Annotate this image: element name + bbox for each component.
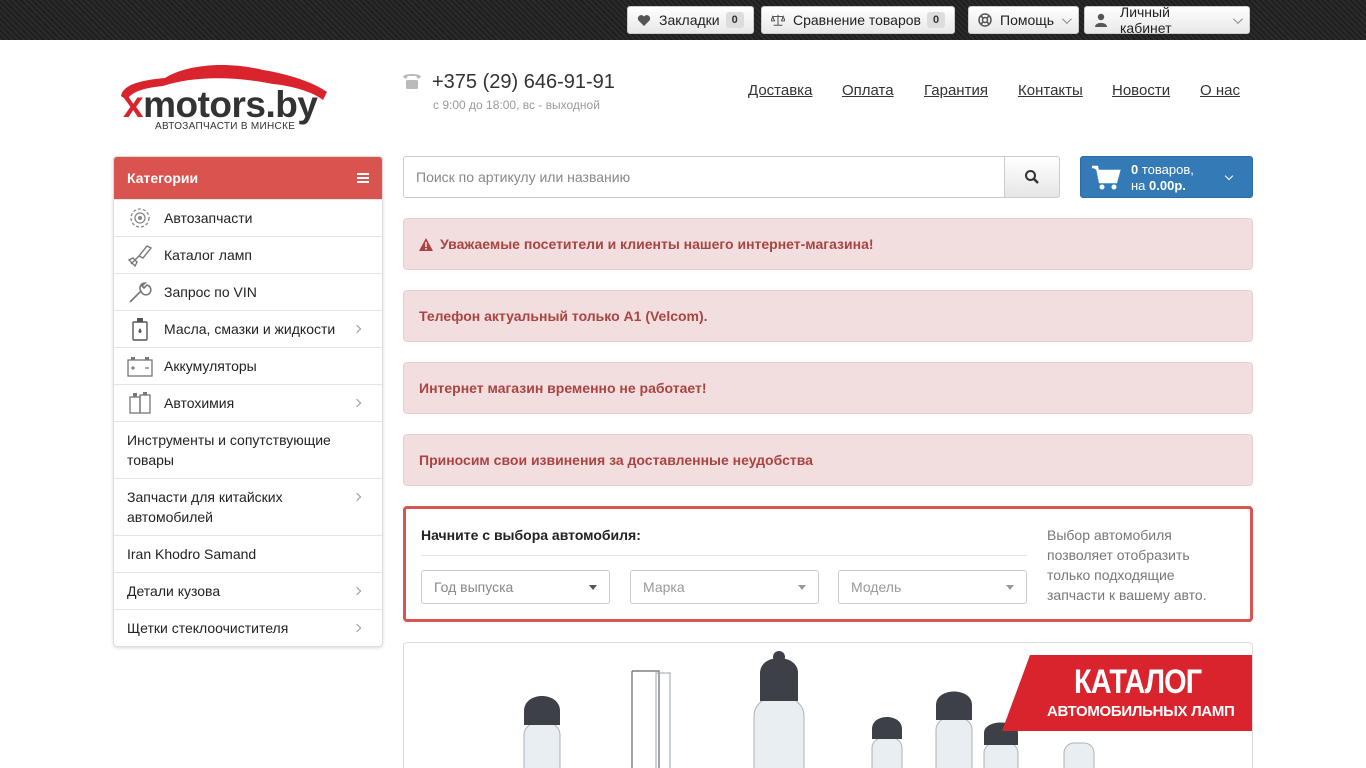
lamps-catalog-banner[interactable]: КАТАЛОГ АВТОМОБИЛЬНЫХ ЛАМП bbox=[403, 642, 1253, 768]
category-vin-request[interactable]: Запрос по VIN bbox=[114, 273, 382, 310]
user-icon bbox=[1094, 13, 1108, 27]
category-tools[interactable]: Инструменты и сопутствующие товары bbox=[114, 421, 382, 478]
search-icon bbox=[1025, 170, 1039, 184]
category-iran-khodro[interactable]: Iran Khodro Samand bbox=[114, 535, 382, 572]
menu-icon bbox=[357, 173, 369, 183]
bookmarks-button[interactable]: Закладки 0 bbox=[627, 6, 754, 34]
phone-icon bbox=[403, 74, 421, 89]
caret-down-icon bbox=[1006, 585, 1014, 590]
working-hours: с 9:00 до 18:00, вс - выходной bbox=[433, 98, 600, 112]
chevron-down-icon bbox=[1062, 13, 1072, 24]
account-label: Личный кабинет bbox=[1120, 4, 1172, 36]
wrench-icon bbox=[127, 279, 153, 305]
chevron-right-icon bbox=[352, 492, 362, 502]
warning-icon bbox=[419, 237, 433, 251]
lamp-icon bbox=[127, 242, 153, 268]
nav-warranty[interactable]: Гарантия bbox=[924, 82, 988, 99]
alert-greeting: Уважаемые посетители и клиенты нашего ин… bbox=[403, 218, 1253, 270]
categories-panel: Категории Автозапчасти Каталог ламп Запр… bbox=[113, 156, 383, 647]
phone-number[interactable]: +375 (29) 646-91-91 bbox=[432, 71, 615, 94]
car-selector-info: Выбор автомобиля позволяет отобразить то… bbox=[1047, 527, 1207, 603]
logo-wordmark: xmotors.by bbox=[123, 84, 318, 125]
year-select[interactable]: Год выпуска bbox=[421, 570, 610, 604]
nav-contacts[interactable]: Контакты bbox=[1018, 82, 1083, 99]
nav-about[interactable]: О нас bbox=[1200, 82, 1240, 99]
compare-count-badge: 0 bbox=[926, 12, 946, 28]
divider bbox=[421, 555, 1027, 556]
car-selector-title: Начните с выбора автомобиля: bbox=[421, 527, 641, 543]
bookmarks-count-badge: 0 bbox=[725, 12, 744, 28]
chevron-right-icon bbox=[352, 398, 362, 408]
cart-icon bbox=[1092, 165, 1121, 190]
site-logo[interactable]: xmotors.by АВТОЗАПЧАСТИ В МИНСКЕ bbox=[113, 62, 333, 134]
categories-title: Категории bbox=[127, 170, 199, 186]
category-body-parts[interactable]: Детали кузова bbox=[114, 572, 382, 609]
nav-payment[interactable]: Оплата bbox=[842, 82, 894, 99]
nav-news[interactable]: Новости bbox=[1112, 82, 1170, 99]
search-button[interactable] bbox=[1004, 156, 1060, 198]
cart-count: 0 товаров, bbox=[1131, 162, 1194, 177]
chemicals-icon bbox=[127, 390, 153, 416]
cart-button[interactable]: 0 товаров, на 0.00р. bbox=[1080, 156, 1253, 198]
compare-button[interactable]: Сравнение товаров 0 bbox=[761, 6, 956, 34]
alert-store-closed: Интернет магазин временно не работает! bbox=[403, 362, 1253, 414]
category-batteries[interactable]: Аккумуляторы bbox=[114, 347, 382, 384]
category-oils[interactable]: Масла, смазки и жидкости bbox=[114, 310, 382, 347]
top-bar: Закладки 0 Сравнение товаров 0 Помощь Ли… bbox=[0, 0, 1366, 40]
cart-total: на 0.00р. bbox=[1131, 178, 1186, 193]
make-select[interactable]: Марка bbox=[630, 570, 819, 604]
account-dropdown[interactable]: Личный кабинет bbox=[1084, 4, 1250, 36]
car-selector: Начните с выбора автомобиля: Год выпуска… bbox=[403, 506, 1253, 622]
banner-label: КАТАЛОГ АВТОМОБИЛЬНЫХ ЛАМП bbox=[1002, 655, 1252, 731]
category-autoparts[interactable]: Автозапчасти bbox=[114, 199, 382, 236]
caret-down-icon bbox=[589, 585, 597, 590]
bookmarks-label: Закладки bbox=[659, 12, 720, 28]
help-label: Помощь bbox=[1000, 12, 1055, 28]
compare-label: Сравнение товаров bbox=[793, 12, 921, 28]
category-chinese-cars[interactable]: Запчасти для китайских автомобилей bbox=[114, 478, 382, 535]
search-input[interactable]: Поиск по артикулу или названию bbox=[403, 156, 1005, 198]
gear-icon bbox=[127, 205, 153, 231]
chevron-right-icon bbox=[352, 586, 362, 596]
lifebuoy-icon bbox=[978, 13, 992, 27]
help-dropdown[interactable]: Помощь bbox=[968, 6, 1080, 34]
alert-apology: Приносим свои извинения за доставленные … bbox=[403, 434, 1253, 486]
caret-down-icon bbox=[798, 585, 806, 590]
chevron-down-icon bbox=[1224, 171, 1234, 181]
heart-icon bbox=[637, 13, 651, 27]
category-autochemistry[interactable]: Автохимия bbox=[114, 384, 382, 421]
oil-can-icon bbox=[127, 316, 153, 342]
categories-header[interactable]: Категории bbox=[114, 157, 382, 199]
category-lamps[interactable]: Каталог ламп bbox=[114, 236, 382, 273]
chevron-down-icon bbox=[1232, 13, 1243, 24]
battery-icon bbox=[127, 353, 153, 379]
chevron-right-icon bbox=[352, 623, 362, 633]
nav-delivery[interactable]: Доставка bbox=[748, 82, 812, 99]
alert-phone: Телефон актуальный только А1 (Velcom). bbox=[403, 290, 1253, 342]
model-select[interactable]: Модель bbox=[838, 570, 1027, 604]
scales-icon bbox=[771, 13, 785, 27]
logo-tagline: АВТОЗАПЧАСТИ В МИНСКЕ bbox=[155, 121, 296, 132]
category-wipers[interactable]: Щетки стеклоочистителя bbox=[114, 609, 382, 646]
chevron-right-icon bbox=[352, 324, 362, 334]
